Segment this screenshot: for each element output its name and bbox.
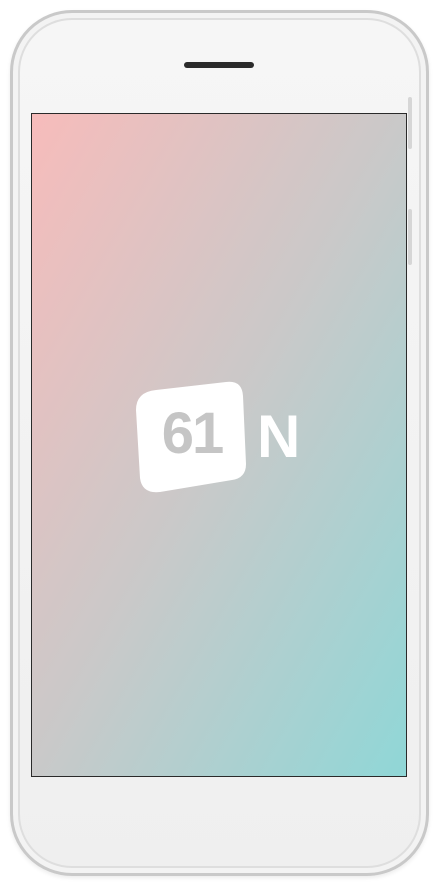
logo-badge-text: 61	[161, 401, 225, 466]
logo-badge: 61	[136, 380, 246, 494]
logo-letter: N	[257, 403, 301, 470]
app-logo: 61 N	[136, 380, 306, 494]
side-button-lower	[408, 209, 412, 265]
earpiece-speaker	[184, 62, 254, 68]
side-button-upper	[408, 97, 412, 149]
